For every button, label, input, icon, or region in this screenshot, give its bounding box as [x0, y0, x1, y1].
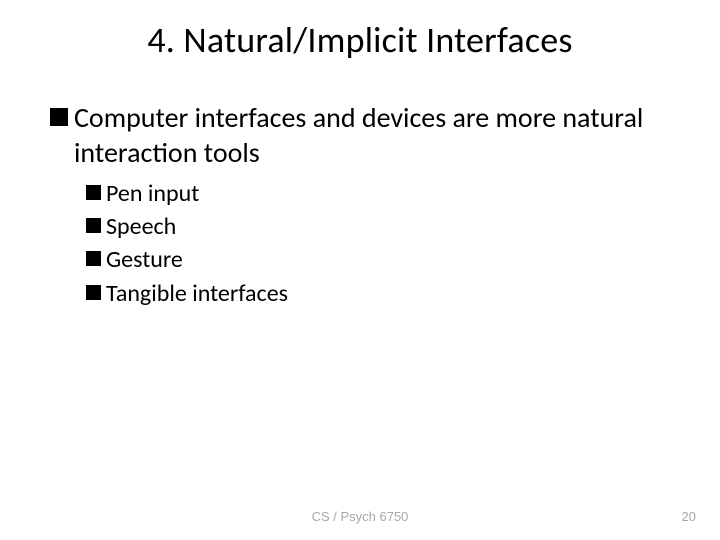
bullet-level2: Speech	[86, 211, 670, 242]
square-bullet-icon	[86, 185, 101, 200]
bullet-text: Pen input	[106, 178, 199, 209]
slide: 4. Natural/Implicit Interfaces Computer …	[0, 0, 720, 540]
bullet-text: Speech	[106, 211, 176, 242]
bullet-text: Gesture	[106, 244, 183, 275]
sub-bullet-list: Pen input Speech Gesture Tangible interf…	[50, 178, 670, 309]
square-bullet-icon	[86, 218, 101, 233]
footer-course: CS / Psych 6750	[0, 509, 720, 524]
square-bullet-icon	[86, 251, 101, 266]
bullet-level2: Tangible interfaces	[86, 278, 670, 309]
slide-title: 4. Natural/Implicit Interfaces	[50, 18, 670, 62]
footer-page-number: 20	[682, 509, 696, 524]
bullet-level2: Pen input	[86, 178, 670, 209]
bullet-level1: Computer interfaces and devices are more…	[50, 100, 670, 170]
square-bullet-icon	[86, 285, 101, 300]
bullet-text: Computer interfaces and devices are more…	[74, 100, 670, 170]
bullet-level2: Gesture	[86, 244, 670, 275]
square-bullet-icon	[50, 108, 68, 126]
bullet-text: Tangible interfaces	[106, 278, 288, 309]
